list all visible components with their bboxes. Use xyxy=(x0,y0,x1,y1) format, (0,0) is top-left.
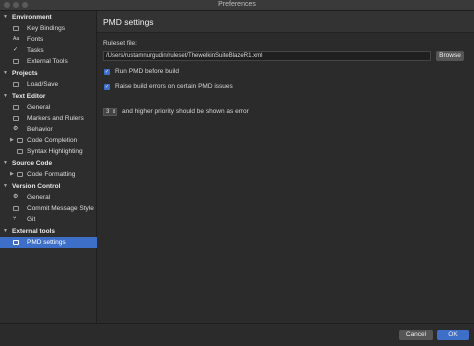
sidebar-item-markers-and-rulers[interactable]: Markers and Rulers xyxy=(0,113,97,124)
sidebar-item-commit-message-style[interactable]: Commit Message Style xyxy=(0,203,97,214)
sidebar-item-load-save[interactable]: Load/Save xyxy=(0,79,97,90)
title-bar: Preferences xyxy=(0,0,474,11)
sidebar-item-fonts[interactable]: Aa Fonts xyxy=(0,34,97,45)
chevron-right-icon[interactable]: ▶ xyxy=(10,135,14,146)
chevron-down-icon: ▼ xyxy=(3,14,8,20)
run-pmd-checkbox[interactable]: ✓ xyxy=(104,69,110,75)
sidebar-section-external-tools[interactable]: ▼ External tools xyxy=(0,226,97,237)
settings-file-icon xyxy=(13,240,19,245)
sidebar-item-code-completion[interactable]: ▶ Code Completion xyxy=(0,135,97,146)
highlight-icon xyxy=(17,149,23,154)
sidebar-section-text-editor[interactable]: ▼ Text Editor xyxy=(0,91,97,102)
sidebar-section-environment[interactable]: ▼ Environment xyxy=(0,12,97,23)
page-title: PMD settings xyxy=(103,17,154,27)
formatting-icon xyxy=(17,172,23,177)
sidebar-item-syntax-highlighting[interactable]: Syntax Highlighting xyxy=(0,146,97,157)
keyboard-icon xyxy=(13,26,19,31)
ok-button[interactable]: OK xyxy=(437,330,469,340)
settings-panel: PMD settings Ruleset file: /Users/rustam… xyxy=(97,11,474,323)
raise-errors-label: Raise build errors on certain PMD issues xyxy=(115,83,233,90)
sidebar-item-code-formatting[interactable]: ▶ Code Formatting xyxy=(0,169,97,180)
raise-errors-checkbox[interactable]: ✓ xyxy=(104,84,110,90)
font-icon: Aa xyxy=(13,36,20,42)
sidebar: ▼ Environment Key Bindings Aa Fonts ✓ Ta… xyxy=(0,11,97,323)
chevron-right-icon[interactable]: ▶ xyxy=(10,169,14,180)
chevron-down-icon: ▼ xyxy=(3,93,8,99)
ruler-icon xyxy=(13,116,19,121)
sidebar-section-projects[interactable]: ▼ Projects xyxy=(0,68,97,79)
gear-icon: ⚙ xyxy=(13,126,19,132)
footer-bar: Cancel OK xyxy=(0,323,474,346)
chevron-down-icon: ▼ xyxy=(3,228,8,234)
window-title: Preferences xyxy=(218,1,256,8)
priority-label: and higher priority should be shown as e… xyxy=(122,108,249,115)
sidebar-item-tasks[interactable]: ✓ Tasks xyxy=(0,45,97,56)
ruleset-path-field[interactable]: /Users/rustamnurgudin/ruleset/ThewelkinS… xyxy=(103,51,431,61)
checkmark-icon: ✓ xyxy=(13,47,19,53)
cancel-button[interactable]: Cancel xyxy=(399,330,433,340)
gear-icon: ⚙ xyxy=(13,194,19,200)
priority-stepper[interactable]: 3 ⇕ xyxy=(103,108,117,116)
git-branch-icon: ⑂ xyxy=(13,216,17,222)
sidebar-item-behavior[interactable]: ⚙ Behavior xyxy=(0,124,97,135)
tools-icon xyxy=(13,59,19,64)
ruleset-label: Ruleset file: xyxy=(103,40,137,47)
sidebar-item-general[interactable]: General xyxy=(0,102,97,113)
sidebar-section-version-control[interactable]: ▼ Version Control xyxy=(0,181,97,192)
chevron-down-icon: ▼ xyxy=(3,183,8,189)
commit-icon xyxy=(13,206,19,211)
browse-button[interactable]: Browse xyxy=(436,51,464,61)
run-pmd-label: Run PMD before build xyxy=(115,68,179,75)
stepper-arrows-icon[interactable]: ⇕ xyxy=(112,109,116,115)
sidebar-section-source-code[interactable]: ▼ Source Code xyxy=(0,158,97,169)
sidebar-item-git[interactable]: ⑂ Git xyxy=(0,214,97,225)
preferences-window: Preferences ▼ Environment Key Bindings A… xyxy=(0,0,474,346)
sidebar-item-external-tools[interactable]: External Tools xyxy=(0,56,97,67)
chevron-down-icon: ▼ xyxy=(3,70,8,76)
completion-icon xyxy=(17,138,23,143)
sidebar-item-key-bindings[interactable]: Key Bindings xyxy=(0,23,97,34)
sidebar-item-pmd-settings[interactable]: PMD settings xyxy=(0,237,97,248)
chevron-down-icon: ▼ xyxy=(3,160,8,166)
document-icon xyxy=(13,82,19,87)
priority-value: 3 xyxy=(106,109,110,115)
sidebar-item-vc-general[interactable]: ⚙ General xyxy=(0,192,97,203)
panel-header: PMD settings xyxy=(97,11,474,33)
document-icon xyxy=(13,105,19,110)
